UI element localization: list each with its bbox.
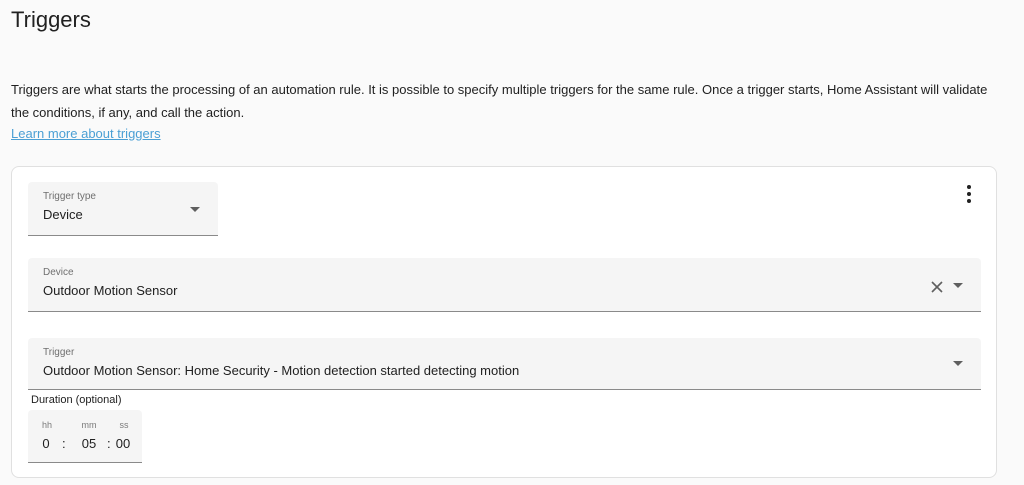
page-title: Triggers [11,7,91,32]
trigger-card: Trigger type Device Device Outdoor Motio… [11,166,997,478]
time-separator: : [107,436,111,451]
trigger-label: Trigger [43,347,75,358]
trigger-type-label: Trigger type [43,191,96,202]
duration-title: Duration (optional) [31,394,122,406]
trigger-value: Outdoor Motion Sensor: Home Security - M… [43,363,520,378]
hours-unit-label: hh [41,420,52,430]
chevron-down-icon[interactable] [953,361,963,366]
trigger-type-value: Device [43,207,83,222]
chevron-down-icon[interactable] [953,283,963,288]
device-value: Outdoor Motion Sensor [43,283,178,298]
trigger-select[interactable]: Trigger Outdoor Motion Sensor: Home Secu… [28,338,981,390]
seconds-field[interactable]: 00 [112,436,134,452]
seconds-unit-label: ss [119,420,129,430]
automation-editor-triggers: Triggers Triggers are what starts the pr… [0,0,1024,485]
learn-more-link[interactable]: Learn more about triggers [11,124,161,144]
close-icon[interactable] [930,280,944,294]
time-separator: : [62,436,66,451]
hours-field[interactable]: 0 [35,436,57,452]
minutes-field[interactable]: 05 [78,436,100,452]
device-label: Device [43,267,74,278]
duration-input: hh mm ss 0 : 05 : 00 [28,410,142,463]
trigger-type-select[interactable]: Trigger type Device [28,182,218,236]
dots-vertical-icon[interactable] [958,183,980,205]
device-select[interactable]: Device Outdoor Motion Sensor [28,258,981,312]
triggers-description: Triggers are what starts the processing … [11,82,988,120]
minutes-unit-label: mm [81,420,97,430]
chevron-down-icon[interactable] [190,207,200,212]
